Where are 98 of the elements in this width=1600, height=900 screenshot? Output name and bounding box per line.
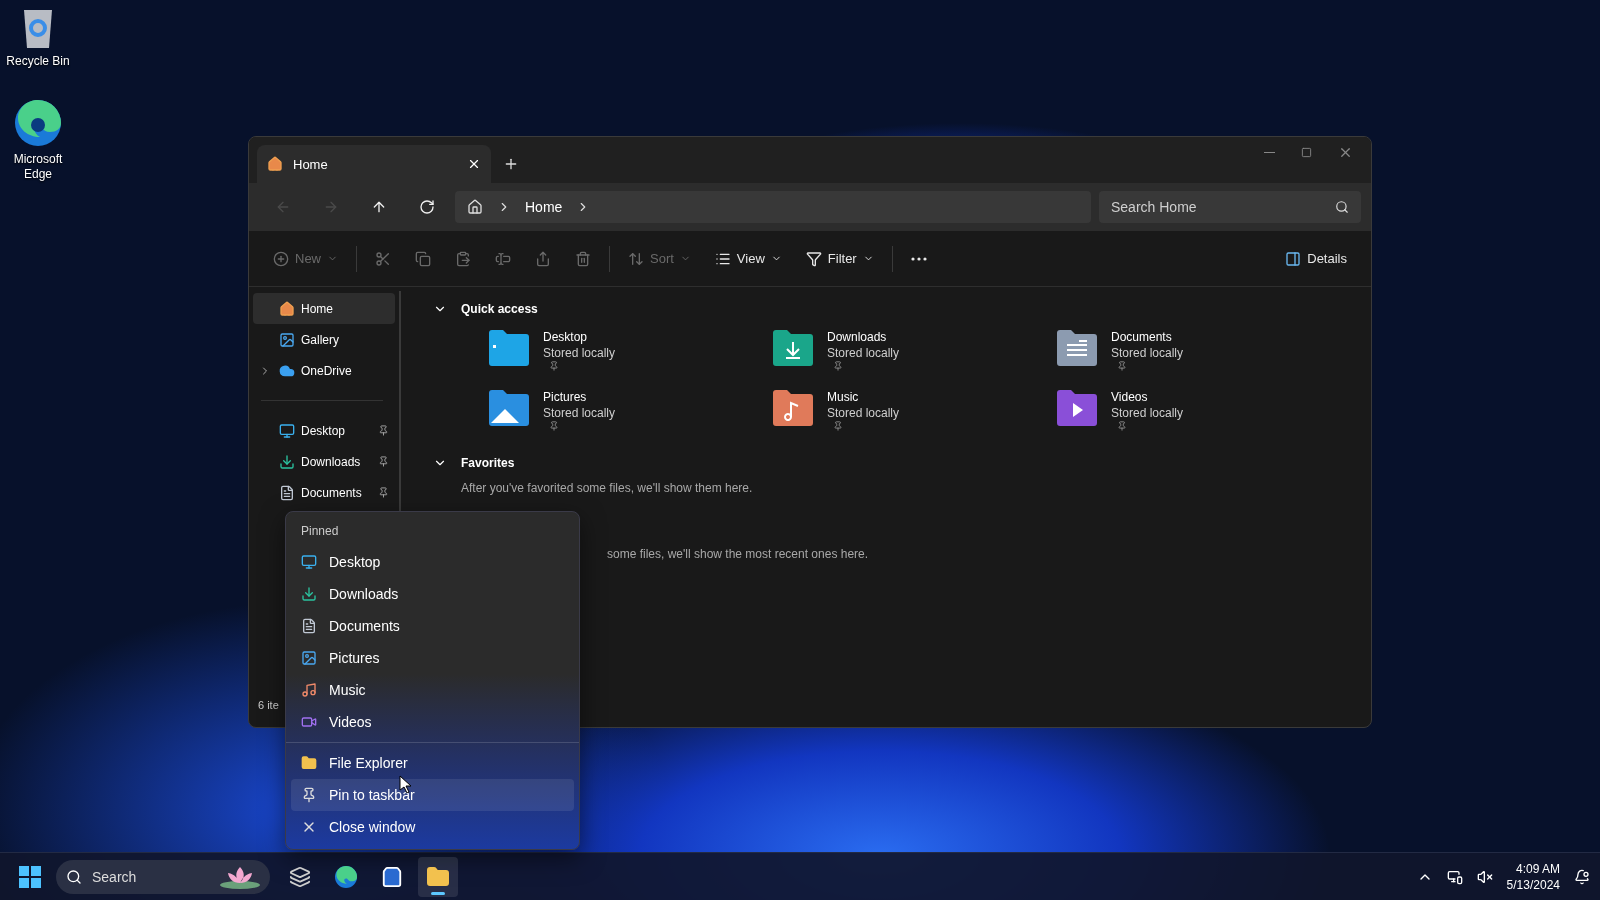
filter-button[interactable]: Filter: [795, 241, 884, 276]
details-button[interactable]: Details: [1275, 241, 1357, 276]
pin-icon: [378, 456, 389, 467]
filter-icon: [805, 250, 822, 267]
muted-speaker-icon: [1476, 868, 1493, 885]
status-text: 6 ite: [257, 699, 280, 713]
folder-icon: [426, 864, 450, 889]
folder-status: Stored locally: [827, 345, 900, 361]
menu-item[interactable]: File Explorer: [291, 747, 574, 779]
panel-icon: [1285, 250, 1302, 267]
sidebar-item[interactable]: Downloads: [253, 446, 395, 477]
windows-logo-icon: [19, 865, 41, 888]
empty-message: some files, we'll show the most recent ones here.: [607, 547, 870, 561]
browser-logo-icon: [334, 864, 358, 889]
trash-icon: [575, 250, 591, 267]
monitor-icon: [279, 422, 295, 439]
pin-icon: [301, 787, 317, 803]
desktop-icon-label[interactable]: Recycle Bin: [3, 54, 73, 69]
desktop-icon-label[interactable]: Microsoft Edge: [3, 152, 73, 182]
close-tab-icon: [467, 157, 481, 171]
folder-name: Desktop: [543, 329, 589, 345]
running-indicator: [431, 891, 445, 895]
menu-item[interactable]: Videos: [291, 706, 574, 738]
menu-item[interactable]: Music: [291, 674, 574, 706]
clipboard-icon: [455, 250, 471, 267]
folder-tile[interactable]: Desktop Stored locally: [487, 329, 771, 383]
menu-item[interactable]: Close window: [291, 811, 574, 843]
document-icon: [301, 618, 317, 634]
sidebar-item[interactable]: Home: [253, 293, 395, 324]
menu-item[interactable]: Downloads: [291, 578, 574, 610]
folder-name: Documents: [1111, 329, 1173, 345]
folder-name: Music: [827, 389, 860, 405]
sidebar-item[interactable]: OneDrive: [253, 355, 395, 386]
view-button[interactable]: View: [704, 241, 792, 276]
search-field[interactable]: Search Home: [1099, 191, 1361, 223]
menu-item[interactable]: Documents: [291, 610, 574, 642]
folder-name: Pictures: [543, 389, 588, 405]
home-icon: [279, 300, 295, 317]
home-icon: [267, 156, 283, 172]
section-header[interactable]: Favorites: [429, 451, 1371, 475]
monitor-icon: [301, 554, 317, 570]
minimize-icon: [1264, 152, 1275, 153]
folder-status: Stored locally: [543, 345, 616, 361]
stacked-windows-icon: [289, 865, 311, 888]
download-icon: [301, 586, 317, 602]
tab[interactable]: Home: [257, 145, 491, 183]
sidebar-item[interactable]: Documents: [253, 477, 395, 508]
folder-tile[interactable]: Videos Stored locally: [1055, 389, 1339, 443]
folder-status: Stored locally: [1111, 345, 1184, 361]
taskbar-search-field[interactable]: Search: [56, 859, 270, 894]
maximize-icon: [1301, 147, 1312, 158]
folder-status: Stored locally: [1111, 405, 1184, 421]
video-icon: [301, 714, 317, 730]
plus-icon: [273, 250, 289, 267]
sort-icon: [628, 250, 644, 267]
empty-message: After you've favorited some files, we'll show them here.: [461, 481, 754, 495]
document-icon: [279, 484, 295, 501]
download-icon: [279, 453, 295, 470]
notification-icon: [1574, 868, 1590, 885]
folder-status: Stored locally: [543, 405, 616, 421]
image-icon: [279, 331, 295, 348]
music-note-icon: [301, 682, 317, 698]
breadcrumb[interactable]: Home: [525, 199, 563, 215]
folder-name: Videos: [1111, 389, 1149, 405]
share-icon: [535, 250, 551, 267]
explorer-taskbar-button[interactable]: [418, 856, 458, 897]
menu-item[interactable]: Pictures: [291, 642, 574, 674]
folder-tile[interactable]: Documents Stored locally: [1055, 329, 1339, 383]
maximize-button[interactable]: [1301, 145, 1312, 160]
copy-icon: [415, 250, 431, 267]
more-icon: [910, 256, 927, 261]
close-icon: [1338, 145, 1353, 160]
scissors-icon: [375, 250, 391, 267]
menu-item[interactable]: Desktop: [291, 546, 574, 578]
rename-icon: [495, 250, 511, 267]
sidebar-item[interactable]: Desktop: [253, 415, 395, 446]
pin-icon: [378, 487, 389, 498]
sidebar-item[interactable]: Gallery: [253, 324, 395, 355]
folder-name: Downloads: [827, 329, 888, 345]
search-icon: [1335, 200, 1349, 214]
folder-tile[interactable]: Downloads Stored locally: [771, 329, 1055, 383]
network-icon: [1446, 868, 1463, 885]
close-button[interactable]: [1338, 145, 1353, 160]
browser-logo-icon[interactable]: [13, 98, 63, 149]
menu-heading: Pinned: [300, 523, 340, 540]
section-header[interactable]: Quick access: [429, 297, 1371, 321]
folder-icon: [301, 755, 317, 771]
menu-item[interactable]: Pin to taskbar: [291, 779, 574, 811]
folder-tile[interactable]: Pictures Stored locally: [487, 389, 771, 443]
search-icon: [66, 868, 82, 885]
home-icon: [467, 199, 483, 215]
clock[interactable]: 4:09 AM 5/13/2024: [1506, 860, 1560, 893]
plus-icon: [503, 156, 519, 172]
image-icon: [301, 650, 317, 666]
pin-icon: [378, 425, 389, 436]
folder-tile[interactable]: Music Stored locally: [771, 389, 1055, 443]
address-bar[interactable]: Home: [455, 191, 1091, 223]
folder-status: Stored locally: [827, 405, 900, 421]
